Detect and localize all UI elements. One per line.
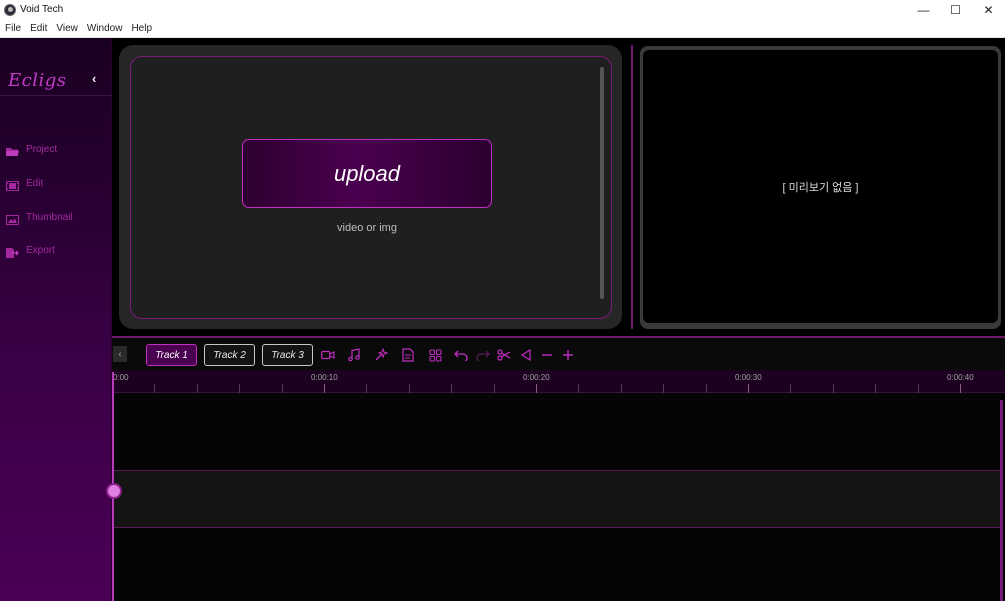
sidebar-collapse-button[interactable]: ‹ bbox=[92, 71, 96, 86]
menu-view[interactable]: View bbox=[52, 23, 82, 34]
cut-icon[interactable] bbox=[496, 347, 512, 363]
undo-icon[interactable] bbox=[453, 347, 469, 363]
timeline-track-row[interactable] bbox=[112, 528, 1001, 601]
menu-bar: File Edit View Window Help bbox=[0, 19, 1005, 38]
marker-icon[interactable] bbox=[518, 347, 534, 363]
preview-screen: [ 미리보기 없음 ] bbox=[643, 50, 998, 323]
track-2-button[interactable]: Track 2 bbox=[204, 344, 255, 366]
sidebar-item-edit[interactable]: Edit bbox=[6, 175, 43, 191]
track-3-button[interactable]: Track 3 bbox=[262, 344, 313, 366]
maximize-button[interactable]: ☐ bbox=[939, 0, 972, 19]
sidebar: Ecligs ‹ Project Edit Thumbnail Export bbox=[0, 38, 112, 601]
ruler-tick bbox=[197, 384, 198, 393]
timeline-track-row[interactable] bbox=[112, 471, 1001, 528]
effects-icon[interactable] bbox=[373, 347, 389, 363]
sidebar-item-label: Project bbox=[26, 143, 58, 155]
ruler-label: 0:00:10 bbox=[311, 373, 338, 382]
ruler-tick bbox=[790, 384, 791, 393]
timeline-scrollbar[interactable] bbox=[1000, 400, 1003, 601]
ruler-label: 0:00 bbox=[113, 373, 129, 382]
menu-edit[interactable]: Edit bbox=[26, 23, 51, 34]
ruler-tick bbox=[324, 384, 325, 393]
ruler-label: 0:00:40 bbox=[947, 373, 974, 382]
export-icon bbox=[6, 245, 19, 258]
upload-button[interactable]: upload bbox=[242, 139, 492, 208]
ruler-tick bbox=[451, 384, 452, 393]
preview-placeholder: [ 미리보기 없음 ] bbox=[782, 181, 859, 194]
ruler-tick bbox=[536, 384, 537, 393]
app-icon bbox=[4, 3, 16, 16]
zoom-out-icon[interactable] bbox=[539, 347, 555, 363]
ruler-tick bbox=[833, 384, 834, 393]
ruler-tick bbox=[706, 384, 707, 393]
ruler-tick bbox=[621, 384, 622, 393]
sidebar-item-label: Thumbnail bbox=[26, 211, 73, 223]
title-bar: Void Tech bbox=[0, 0, 1005, 19]
sidebar-item-export[interactable]: Export bbox=[6, 242, 55, 258]
ruler-tick bbox=[578, 384, 579, 393]
upload-button-label: upload bbox=[333, 160, 401, 186]
sidebar-item-project[interactable]: Project bbox=[6, 141, 57, 157]
minimize-button[interactable]: — bbox=[907, 0, 940, 19]
upload-scrollbar[interactable] bbox=[600, 67, 604, 299]
playhead-handle[interactable] bbox=[106, 483, 122, 499]
zoom-in-icon[interactable] bbox=[560, 347, 576, 363]
ruler-tick bbox=[154, 384, 155, 393]
upload-hint: video or img bbox=[337, 222, 397, 234]
sidebar-item-thumbnail[interactable]: Thumbnail bbox=[6, 209, 73, 225]
ruler-label: 0:00:30 bbox=[735, 373, 762, 382]
music-icon[interactable] bbox=[346, 347, 362, 363]
window-title: Void Tech bbox=[20, 4, 64, 15]
toolbar-back-button[interactable]: ‹ bbox=[113, 346, 127, 362]
ruler-tick bbox=[875, 384, 876, 393]
app-logo: Ecligs bbox=[8, 70, 67, 91]
timeline-track-row[interactable] bbox=[112, 393, 1001, 471]
ruler-tick bbox=[494, 384, 495, 393]
menu-file[interactable]: File bbox=[1, 23, 25, 34]
video-icon[interactable] bbox=[320, 347, 336, 363]
ruler-tick bbox=[663, 384, 664, 393]
ruler-tick bbox=[239, 384, 240, 393]
sidebar-item-label: Export bbox=[26, 244, 55, 256]
redo-icon[interactable] bbox=[475, 347, 491, 363]
folder-icon bbox=[6, 144, 19, 156]
ruler-tick bbox=[748, 384, 749, 393]
track-1-button[interactable]: Track 1 bbox=[146, 344, 197, 366]
sidebar-item-label: Edit bbox=[26, 177, 44, 189]
close-button[interactable]: ✕ bbox=[972, 0, 1005, 19]
vertical-splitter[interactable] bbox=[631, 45, 633, 329]
timeline-ruler[interactable] bbox=[112, 370, 1005, 393]
subtitle-icon[interactable] bbox=[400, 347, 416, 363]
sidebar-divider bbox=[0, 95, 112, 96]
menu-window[interactable]: Window bbox=[83, 23, 127, 34]
grid-icon[interactable] bbox=[427, 347, 443, 363]
image-icon bbox=[6, 212, 19, 225]
ruler-tick bbox=[409, 384, 410, 393]
ruler-tick bbox=[366, 384, 367, 393]
ruler-tick bbox=[960, 384, 961, 393]
ruler-tick bbox=[918, 384, 919, 393]
ruler-tick bbox=[282, 384, 283, 393]
menu-help[interactable]: Help bbox=[127, 23, 156, 34]
ruler-label: 0:00:20 bbox=[523, 373, 550, 382]
film-icon bbox=[6, 178, 19, 191]
